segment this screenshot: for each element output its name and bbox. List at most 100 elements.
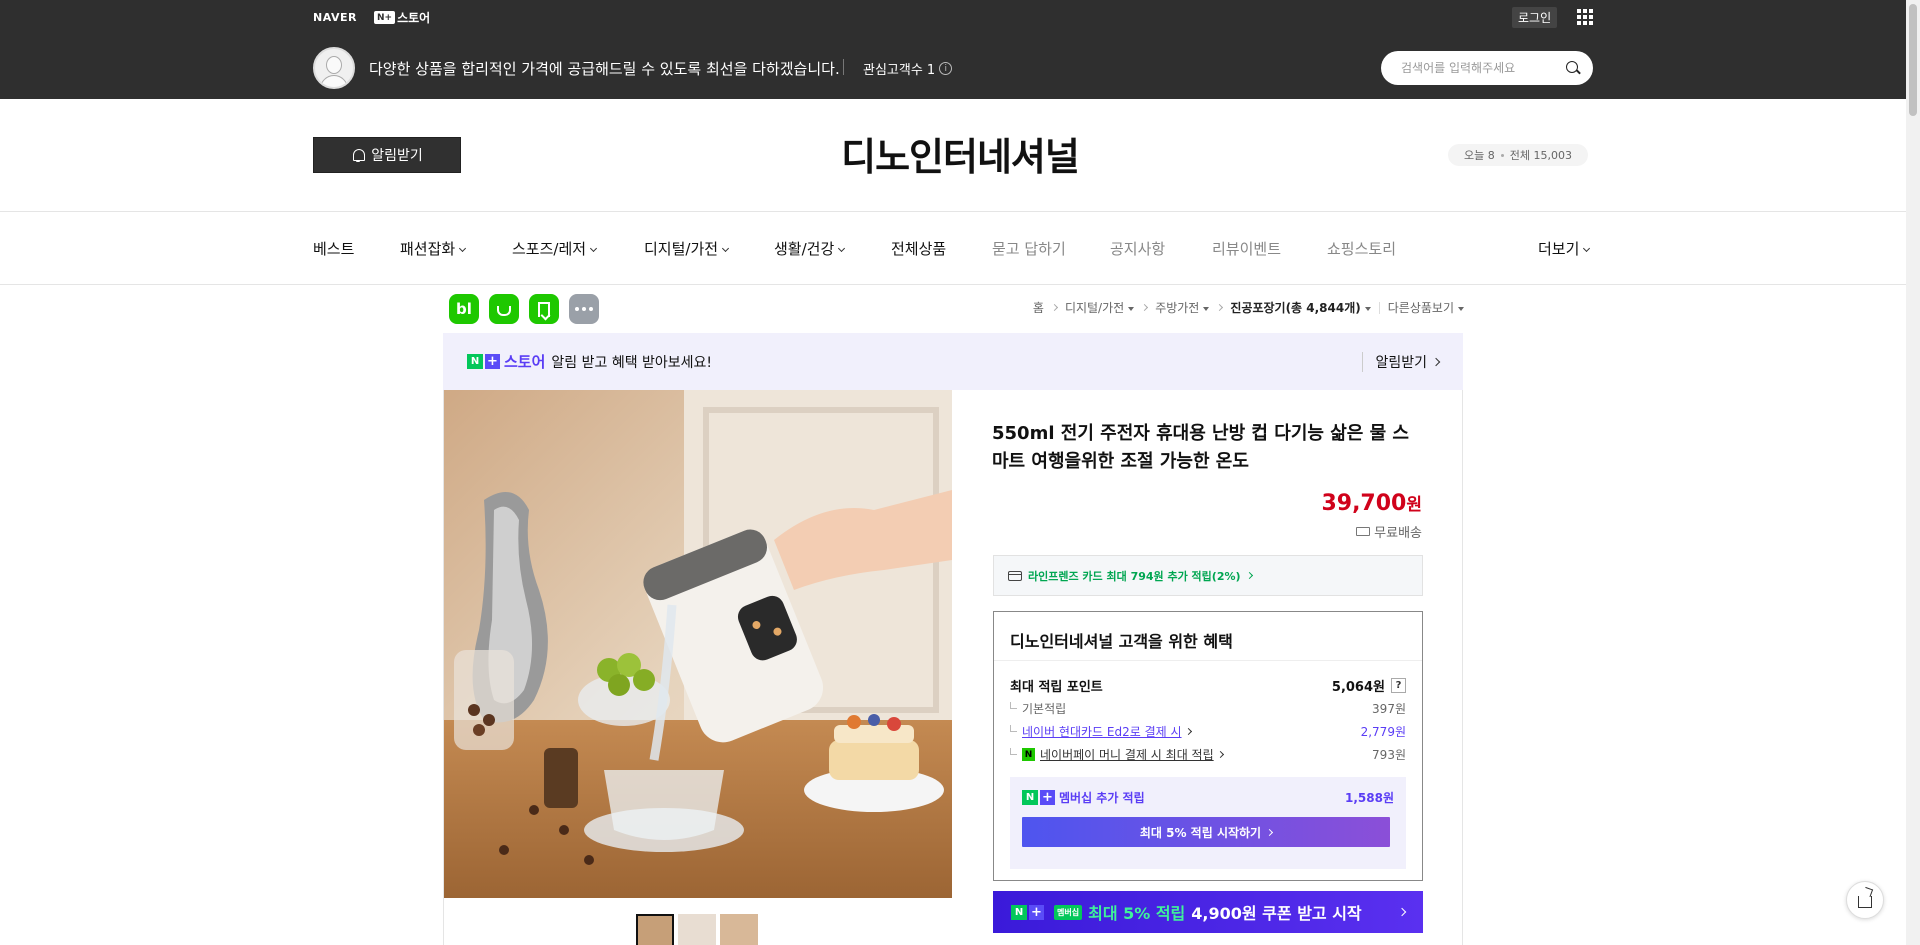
banner-message: 알림 받고 혜택 받아보세요! <box>551 354 713 371</box>
npay-link[interactable]: 네이버페이 머니 결제 시 최대 적립 <box>1040 746 1214 763</box>
chevron-right-icon <box>1216 303 1224 312</box>
scrollbar-thumb[interactable] <box>1909 4 1917 116</box>
divider <box>1378 301 1380 314</box>
chevron-right-icon <box>1245 571 1253 580</box>
share-more-button[interactable] <box>569 294 599 324</box>
chevron-right-icon <box>1397 907 1407 917</box>
membership-value: 1,588원 <box>1345 791 1394 805</box>
shipping-label: 무료배송 <box>1374 526 1422 541</box>
card-offer-text: 라인프렌즈 카드 최대 794원 추가 적립(2%) <box>1028 569 1241 583</box>
subscribe-alarm-button[interactable]: 알림받기 <box>313 137 461 173</box>
bookmark-icon <box>538 301 550 317</box>
search-box[interactable] <box>1381 51 1593 85</box>
naver-pay-icon: N <box>1022 748 1035 761</box>
interest-customers: 관심고객수 1 i <box>863 59 953 78</box>
nav-notice[interactable]: 공지사항 <box>1110 238 1165 259</box>
benefit-title: 디노인터네셔널 고객을 위한 혜택 <box>1010 632 1233 651</box>
banner-alarm-link[interactable]: 알림받기 <box>1362 351 1441 372</box>
chevron-right-icon <box>1266 828 1274 836</box>
nav-qna[interactable]: 묻고 답하기 <box>992 238 1066 259</box>
max-points-row: 최대 적립 포인트 5,064원 ? <box>1010 676 1406 695</box>
breadcrumb-home[interactable]: 홈 <box>1033 299 1044 316</box>
max-points-value: 5,064원 <box>1331 680 1385 695</box>
naver-plus-icon: N + <box>1022 790 1055 805</box>
nav-fashion[interactable]: 패션잡화 <box>400 238 467 259</box>
basic-points-row: 기본적립 397원 <box>1010 700 1406 717</box>
credit-card-icon <box>1008 570 1022 581</box>
nav-more[interactable]: 더보기 <box>1538 238 1591 259</box>
chevron-down-icon <box>459 244 467 253</box>
card-offer[interactable]: 라인프렌즈 카드 최대 794원 추가 적립(2%) <box>993 555 1423 596</box>
benefit-box: 디노인터네셔널 고객을 위한 혜택 최대 적립 포인트 5,064원 ? 기본적… <box>993 611 1423 881</box>
store-title[interactable]: 디노인터네셔널 <box>620 126 1300 181</box>
store-avatar[interactable] <box>313 47 355 89</box>
thumbnail-2[interactable] <box>678 914 716 945</box>
breadcrumb-category-2[interactable]: 주방가전 <box>1155 299 1210 316</box>
shipping-info: 무료배송 <box>1356 522 1422 541</box>
search-input[interactable] <box>1401 61 1565 75</box>
share-cafe-button[interactable] <box>489 294 519 324</box>
membership-coupon-banner[interactable]: N + 멤버십 최대 5% 적립 4,900원 쿠폰 받고 시작 <box>993 891 1423 933</box>
login-button[interactable]: 로그인 <box>1512 7 1558 28</box>
chevron-right-icon <box>1431 357 1441 366</box>
subscribe-alarm-label: 알림받기 <box>371 148 423 164</box>
thumbnail-1[interactable] <box>636 914 674 945</box>
nav-best[interactable]: 베스트 <box>313 238 354 259</box>
nav-living[interactable]: 생활/건강 <box>774 238 846 259</box>
bell-icon <box>351 148 366 162</box>
coupon-highlight: 최대 5% 적립 <box>1088 904 1186 923</box>
other-products-link[interactable]: 다른상품보기 <box>1388 299 1464 316</box>
chevron-right-icon <box>1050 303 1058 312</box>
search-icon[interactable] <box>1565 60 1581 76</box>
share-floating-button[interactable] <box>1846 881 1884 919</box>
share-bookmark-button[interactable] <box>529 294 559 324</box>
share-icon <box>1858 896 1872 908</box>
nav-all-products[interactable]: 전체상품 <box>891 238 946 259</box>
divider <box>994 660 1422 661</box>
product-price: 39,700원 <box>1321 491 1422 516</box>
nav-shopping-story[interactable]: 쇼핑스토리 <box>1327 238 1396 259</box>
share-blog-button[interactable]: bl <box>449 294 479 324</box>
chevron-down-icon <box>722 244 730 253</box>
chevron-right-icon <box>1141 303 1149 312</box>
divider <box>843 59 844 75</box>
dot-separator <box>1500 153 1504 157</box>
coupon-text: 4,900원 쿠폰 받고 시작 <box>1191 904 1362 923</box>
help-icon[interactable]: ? <box>1391 678 1406 693</box>
membership-start-button[interactable]: 최대 5% 적립 시작하기 <box>1022 817 1390 847</box>
breadcrumb: 홈 디지털/가전 주방가전 진공포장기(총 4,844개) 다른상품보기 <box>1033 299 1464 316</box>
membership-badge: 멤버십 <box>1054 904 1083 920</box>
hyundai-card-row: 네이버 현대카드 Ed2로 결제 시 2,779원 <box>1010 723 1406 740</box>
product-image[interactable] <box>444 390 952 898</box>
breadcrumb-category-3[interactable]: 진공포장기(총 4,844개) <box>1230 299 1371 316</box>
info-icon[interactable]: i <box>939 62 953 75</box>
banner-store-label: 스토어 <box>504 353 546 371</box>
membership-box: N + 멤버십 추가 적립 1,588원 최대 5% 적립 시작하기 <box>1010 777 1406 869</box>
chevron-right-icon <box>1184 727 1192 736</box>
membership-row: N + 멤버십 추가 적립 1,588원 <box>1022 789 1394 806</box>
store-alarm-banner: N + 스토어 알림 받고 혜택 받아보세요! 알림받기 <box>443 333 1463 390</box>
npay-row: N 네이버페이 머니 결제 시 최대 적립 793원 <box>1010 746 1406 763</box>
nav-digital[interactable]: 디지털/가전 <box>644 238 730 259</box>
visitor-count: 오늘 8 전체 15,003 <box>1448 144 1588 166</box>
naver-logo[interactable]: NAVER <box>313 11 357 24</box>
visitors-today: 오늘 8 <box>1464 149 1495 162</box>
nav-sports[interactable]: 스포즈/레저 <box>512 238 598 259</box>
naver-plus-badge: N+ <box>374 11 396 24</box>
hyundai-card-link[interactable]: 네이버 현대카드 Ed2로 결제 시 <box>1022 723 1182 740</box>
top-header: NAVER N+ 스토어 로그인 다양한 상품을 합리적인 가격에 공급해드릴 … <box>0 0 1920 99</box>
scrollbar[interactable] <box>1906 0 1920 945</box>
naver-plus-icon: N + <box>1011 904 1044 920</box>
divider <box>0 211 1920 212</box>
thumbnail-3[interactable] <box>720 914 758 945</box>
nav-review-event[interactable]: 리뷰이벤트 <box>1212 238 1281 259</box>
interest-customers-label: 관심고객수 1 <box>863 63 936 78</box>
breadcrumb-category-1[interactable]: 디지털/가전 <box>1065 299 1135 316</box>
naver-plus-icon: N + <box>467 354 500 369</box>
chevron-down-icon <box>1583 244 1591 253</box>
store-slogan: 다양한 상품을 합리적인 가격에 공급해드릴 수 있도록 최선을 다하겠습니다. <box>369 60 840 78</box>
naver-plus-store-logo[interactable]: N+ 스토어 <box>374 9 430 26</box>
cafe-icon <box>497 306 511 316</box>
apps-grid-icon[interactable] <box>1577 9 1593 25</box>
chevron-down-icon <box>838 244 846 253</box>
